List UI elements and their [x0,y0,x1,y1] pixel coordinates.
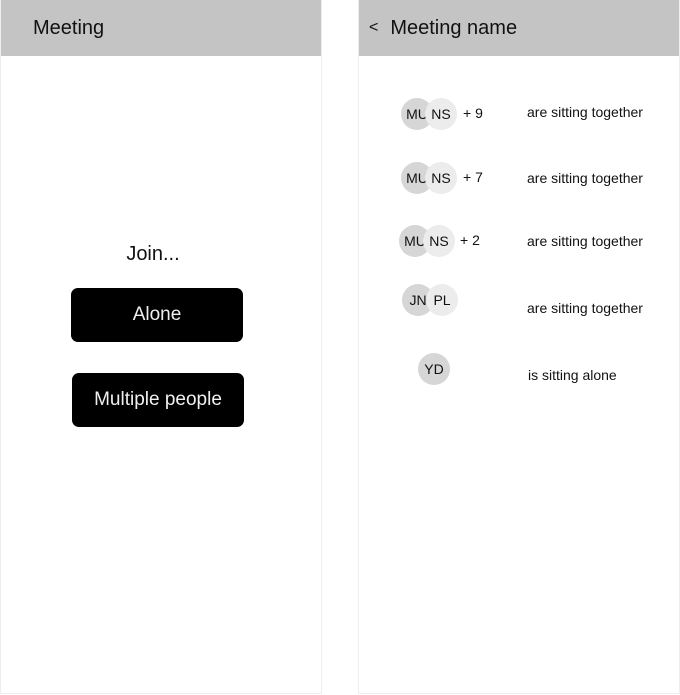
avatar: NS [425,98,457,130]
group-row[interactable]: JN PL are sitting together [359,284,680,320]
group-row[interactable]: YD is sitting alone [359,353,680,389]
group-row[interactable]: MU NS + 2 are sitting together [359,225,680,261]
app-bar: Meeting [1,0,321,56]
meeting-screen: Meeting Join... Alone Multiple people [0,0,322,694]
avatar: NS [425,162,457,194]
app-bar: < Meeting name [359,0,679,56]
group-row[interactable]: MU NS + 7 are sitting together [359,162,680,198]
group-status: are sitting together [527,233,643,249]
group-status: are sitting together [527,170,643,186]
back-chevron-icon[interactable]: < [369,19,378,37]
join-multiple-people-button[interactable]: Multiple people [72,373,244,427]
join-alone-button[interactable]: Alone [71,288,243,342]
meeting-detail-screen: < Meeting name MU NS + 9 are sitting tog… [358,0,680,694]
group-status: are sitting together [527,104,643,120]
join-prompt: Join... [126,243,180,265]
group-status: is sitting alone [528,367,617,383]
screen-title: Meeting name [390,16,518,39]
more-count: + 2 [460,232,480,248]
more-count: + 9 [463,105,483,121]
avatar: YD [418,353,450,385]
avatar: NS [423,225,455,257]
screen-title: Meeting [33,16,105,39]
group-row[interactable]: MU NS + 9 are sitting together [359,98,680,134]
group-status: are sitting together [527,300,643,316]
more-count: + 7 [463,169,483,185]
avatar: PL [426,284,458,316]
